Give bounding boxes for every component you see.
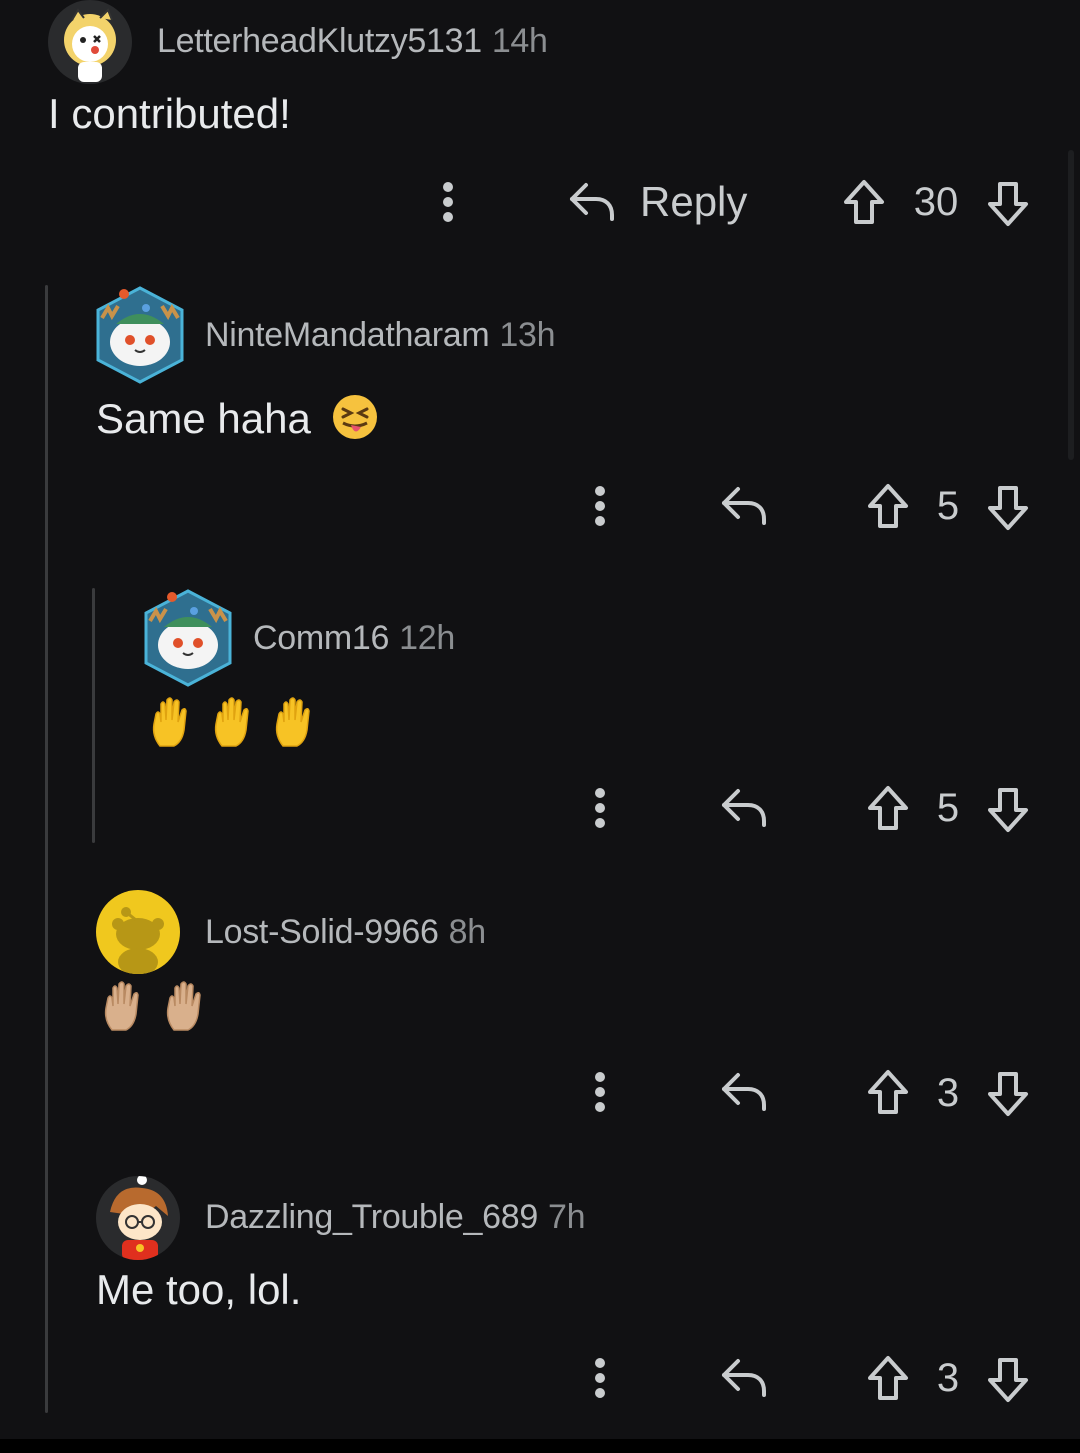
- timestamp: 14h: [491, 22, 548, 60]
- reply-icon[interactable]: [718, 782, 770, 834]
- upvote-icon[interactable]: [862, 1350, 914, 1406]
- vote-count: 3: [936, 1071, 960, 1115]
- comment-author[interactable]: LetterheadKlutzy5131 14h: [157, 22, 548, 61]
- vote-count: 5: [936, 786, 960, 830]
- reply-icon[interactable]: [718, 1352, 770, 1404]
- comment-text: Same haha: [96, 395, 311, 443]
- username[interactable]: Lost-Solid-9966: [205, 913, 439, 951]
- raised-hand-emoji: [269, 696, 319, 758]
- more-options-icon[interactable]: [580, 480, 620, 532]
- downvote-icon[interactable]: [982, 1352, 1034, 1408]
- comment-body: Me too, lol.: [96, 1266, 302, 1313]
- comment-author[interactable]: Comm16 12h: [253, 619, 455, 658]
- timestamp: 8h: [448, 913, 487, 951]
- upvote-icon[interactable]: [862, 1064, 914, 1120]
- upvote-icon[interactable]: [862, 780, 914, 836]
- avatar[interactable]: [140, 587, 236, 689]
- avatar[interactable]: [92, 284, 188, 386]
- raised-hand-emoji: [208, 696, 258, 758]
- more-options-icon[interactable]: [428, 176, 468, 228]
- comment-author[interactable]: Lost-Solid-9966 8h: [205, 913, 486, 952]
- downvote-icon[interactable]: [982, 1066, 1034, 1122]
- bottom-bar: [0, 1439, 1080, 1453]
- username[interactable]: Comm16: [253, 619, 389, 657]
- comment-body: I contributed!: [48, 90, 291, 137]
- downvote-icon[interactable]: [982, 782, 1034, 838]
- thread-line-level-1[interactable]: [45, 285, 48, 1413]
- vote-count: 30: [913, 180, 959, 224]
- reply-button[interactable]: Reply: [640, 178, 747, 226]
- comment-body: [98, 980, 210, 1042]
- username[interactable]: Dazzling_Trouble_689: [205, 1198, 538, 1236]
- username[interactable]: LetterheadKlutzy5131: [157, 22, 482, 60]
- scrollbar[interactable]: [1068, 150, 1074, 460]
- reply-icon[interactable]: [718, 480, 770, 532]
- downvote-icon[interactable]: [982, 176, 1034, 232]
- avatar[interactable]: [96, 890, 180, 974]
- reply-icon[interactable]: [718, 1066, 770, 1118]
- squinting-tongue-emoji: [331, 393, 379, 451]
- raised-hand-emoji: [146, 696, 196, 758]
- more-options-icon[interactable]: [580, 1066, 620, 1118]
- comment-author[interactable]: NinteMandatharam 13h: [205, 316, 555, 355]
- more-options-icon[interactable]: [580, 1352, 620, 1404]
- timestamp: 13h: [499, 316, 556, 354]
- reply-icon[interactable]: [566, 176, 618, 228]
- comment-author[interactable]: Dazzling_Trouble_689 7h: [205, 1198, 585, 1237]
- avatar[interactable]: [96, 1176, 180, 1260]
- downvote-icon[interactable]: [982, 480, 1034, 536]
- comment-body: Same haha: [96, 393, 379, 451]
- timestamp: 7h: [547, 1198, 586, 1236]
- thread-line-level-2[interactable]: [92, 588, 95, 843]
- username[interactable]: NinteMandatharam: [205, 316, 490, 354]
- timestamp: 12h: [399, 619, 455, 657]
- vote-count: 5: [936, 484, 960, 528]
- upvote-icon[interactable]: [862, 478, 914, 534]
- avatar[interactable]: [48, 0, 132, 84]
- raised-hand-medium-light-emoji: [98, 980, 148, 1042]
- upvote-icon[interactable]: [838, 174, 890, 230]
- raised-hand-medium-light-emoji: [160, 980, 210, 1042]
- comment-body: [146, 696, 319, 758]
- vote-count: 3: [936, 1356, 960, 1400]
- more-options-icon[interactable]: [580, 782, 620, 834]
